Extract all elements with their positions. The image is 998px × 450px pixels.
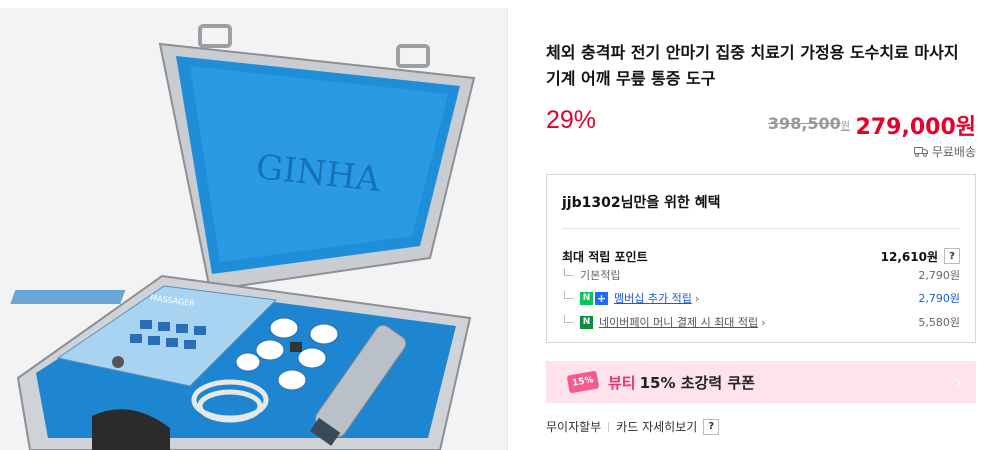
product-title: 체외 충격파 전기 안마기 집중 치료기 가정용 도수치료 마사지 기계 어깨 …: [546, 43, 959, 88]
max-points-value: 12,610원: [880, 249, 938, 264]
sale-price: 279,000원: [855, 115, 976, 140]
original-price-unit: 원: [840, 121, 850, 132]
naverpay-points-link[interactable]: 네이버페이 머니 결제 시 최대 적립: [599, 314, 758, 330]
installment-link[interactable]: 무이자할부: [546, 418, 601, 435]
tree-branch-icon: [564, 315, 573, 323]
benefit-divider: [562, 228, 960, 229]
max-points-row: 최대 적립 포인트 12,610원 ?: [562, 246, 960, 266]
original-price: 398,500원: [768, 114, 850, 133]
points-help-button[interactable]: ?: [944, 248, 960, 264]
separator: [608, 421, 610, 432]
points-row-label: 기본적립: [580, 269, 621, 282]
tree-branch-icon: [564, 291, 573, 299]
shipping-info: 무료배송: [913, 143, 976, 160]
points-row-value: 2,790원: [918, 292, 960, 305]
original-price-value: 398,500: [767, 114, 841, 133]
tree-branch-icon: [564, 268, 573, 276]
discount-rate: 29%: [546, 106, 597, 134]
beauty-coupon-banner[interactable]: 15% 뷰티 15% 초강력 쿠폰 ›: [546, 361, 976, 403]
coupon-text: 15% 초강력 쿠폰: [639, 373, 755, 392]
card-detail-link[interactable]: 카드 자세히보기: [616, 418, 697, 435]
chevron-right-icon: ›: [954, 371, 962, 393]
benefit-title: jjb1302님만을 위한 혜택: [562, 195, 721, 211]
card-help-button[interactable]: ?: [703, 418, 720, 435]
chevron-right-icon: ›: [694, 291, 700, 305]
naverpay-icon: N: [580, 315, 593, 329]
coupon-brand: 뷰티: [608, 373, 636, 392]
card-benefits-bar: 무이자할부 카드 자세히보기 ?: [546, 418, 720, 435]
chevron-right-icon: ›: [761, 315, 766, 329]
product-photo-drawing: GINHA MASSAGER: [10, 24, 476, 450]
points-row-value: 5,580원: [918, 316, 960, 329]
shipping-label: 무료배송: [931, 145, 976, 159]
benefit-box: jjb1302님만을 위한 혜택 최대 적립 포인트 12,610원 ? 기본적…: [546, 174, 976, 343]
pane-divider: [507, 8, 508, 450]
product-image[interactable]: GINHA MASSAGER: [0, 8, 508, 450]
coupon-ticket-icon: 15%: [566, 370, 600, 394]
truck-icon: [913, 147, 928, 157]
membership-plus-icon: +: [595, 291, 608, 305]
points-row-value: 2,790원: [918, 269, 960, 282]
max-points-label: 최대 적립 포인트: [562, 249, 648, 264]
points-row-naverpay[interactable]: N 네이버페이 머니 결제 시 최대 적립 › 5,580원: [562, 312, 960, 332]
points-row-basic: 기본적립 2,790원: [562, 265, 960, 285]
naver-n-icon: N: [580, 291, 593, 305]
membership-points-link[interactable]: 멤버십 추가 적립: [614, 290, 692, 306]
points-row-membership[interactable]: N + 멤버십 추가 적립 › 2,790원: [562, 288, 960, 308]
